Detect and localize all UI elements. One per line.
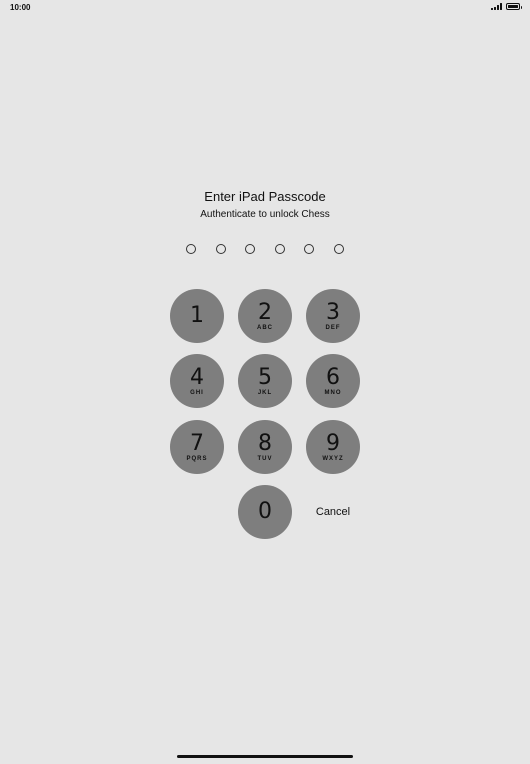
key-0-button[interactable]: 0 xyxy=(238,485,292,539)
key-letters: GHI xyxy=(190,389,204,396)
key-digit: 6 xyxy=(326,364,340,390)
key-digit: 5 xyxy=(258,364,272,390)
key-5-button[interactable]: 5 JKL xyxy=(238,354,292,408)
key-4-button[interactable]: 4 GHI xyxy=(170,354,224,408)
key-2-button[interactable]: 2 ABC xyxy=(238,289,292,343)
battery-icon xyxy=(506,3,522,10)
signal-bars-icon xyxy=(491,3,502,10)
cancel-button[interactable]: Cancel xyxy=(306,485,360,539)
status-icons xyxy=(491,3,522,10)
passcode-dot xyxy=(186,244,196,254)
passcode-dots xyxy=(186,244,344,256)
key-7-button[interactable]: 7 PQRS xyxy=(170,420,224,474)
key-8-button[interactable]: 8 TUV xyxy=(238,420,292,474)
page-subtitle: Authenticate to unlock Chess xyxy=(200,209,330,220)
passcode-dot xyxy=(215,244,226,254)
passcode-dot xyxy=(333,244,344,254)
key-digit: 0 xyxy=(258,499,272,524)
key-digit: 8 xyxy=(258,430,272,456)
key-letters: ABC xyxy=(257,324,273,331)
key-letters: TUV xyxy=(257,455,273,462)
key-letters: MNO xyxy=(324,389,342,396)
home-indicator[interactable] xyxy=(177,755,353,758)
key-digit: 9 xyxy=(326,430,340,456)
key-digit: 3 xyxy=(326,299,340,325)
key-letters: JKL xyxy=(257,389,273,396)
page-title: Enter iPad Passcode xyxy=(204,189,326,204)
key-6-button[interactable]: 6 MNO xyxy=(306,354,360,408)
passcode-dot xyxy=(245,244,255,254)
key-3-button[interactable]: 3 DEF xyxy=(306,289,360,343)
key-letters: PQRS xyxy=(186,455,208,462)
key-1-button[interactable]: 1 xyxy=(170,289,224,343)
passcode-dot xyxy=(274,244,285,254)
key-digit: 4 xyxy=(190,364,204,390)
key-digit: 7 xyxy=(190,430,204,456)
key-letters: WXYZ xyxy=(322,455,344,462)
status-bar: 10:00 xyxy=(0,0,530,16)
key-9-button[interactable]: 9 WXYZ xyxy=(306,420,360,474)
key-letters: DEF xyxy=(325,324,341,331)
status-time: 10:00 xyxy=(10,3,31,12)
key-digit: 1 xyxy=(190,303,204,328)
key-digit: 2 xyxy=(258,299,272,325)
passcode-dot xyxy=(304,244,314,254)
